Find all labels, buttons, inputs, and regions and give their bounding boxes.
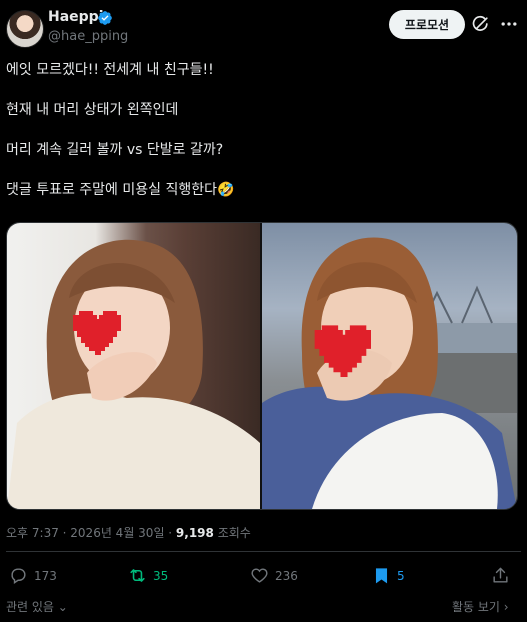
photo-right[interactable] xyxy=(262,223,517,509)
bookmark-icon xyxy=(375,568,388,584)
repost-count: 35 xyxy=(153,568,169,583)
chevron-down-icon: ⌄ xyxy=(53,600,68,614)
divider xyxy=(6,551,521,552)
author-display-name[interactable]: Haeppi xyxy=(48,9,104,25)
verified-badge-icon xyxy=(98,11,112,25)
tweet-line xyxy=(6,120,516,140)
reply-icon xyxy=(11,568,26,584)
bookmark-button[interactable]: 5 xyxy=(372,566,405,585)
tweet-line: 현재 내 머리 상태가 왼쪽인데 xyxy=(6,102,179,118)
tweet-text: 에잇 모르겠다!! 전세계 내 친구들!! 현재 내 머리 상태가 왼쪽인데 머… xyxy=(6,60,516,200)
tweet-line xyxy=(6,160,516,180)
heart-sticker-icon xyxy=(73,311,121,355)
avatar[interactable] xyxy=(6,10,44,48)
tweet-actions: 173 35 236 5 xyxy=(0,562,527,592)
promote-button[interactable]: 프로모션 xyxy=(389,10,465,39)
share-button[interactable] xyxy=(491,566,510,585)
heart-icon xyxy=(251,568,268,583)
activity-label: 활동 보기 xyxy=(452,600,500,614)
like-button[interactable]: 236 xyxy=(250,566,298,585)
related-dropdown[interactable]: 관련 있음 ⌄ xyxy=(6,598,68,615)
tweet-line: 에잇 모르겠다!! 전세계 내 친구들!! xyxy=(6,62,214,78)
grok-icon[interactable] xyxy=(471,14,491,34)
view-count: 9,198 xyxy=(175,526,214,540)
more-options-icon[interactable] xyxy=(499,14,519,34)
tweet-media[interactable] xyxy=(6,222,518,510)
tweet-line: 머리 계속 길러 볼까 vs 단발로 갈까? xyxy=(6,142,224,158)
view-activity-link[interactable]: 활동 보기 › xyxy=(452,598,509,615)
heart-sticker-icon xyxy=(314,325,371,377)
reply-count: 173 xyxy=(34,568,57,583)
like-count: 236 xyxy=(275,568,298,583)
tweet-header: Haeppi @hae_pping 프로모션 xyxy=(0,0,527,58)
chevron-right-icon: › xyxy=(499,600,509,614)
bookmark-count: 5 xyxy=(397,568,405,583)
timestamp-time[interactable]: 오후 7:37 · 2026년 4월 30일 · xyxy=(6,526,176,540)
tweet-line: 댓글 투표로 주말에 미용실 직행한다🤣 xyxy=(6,182,235,198)
tweet-line xyxy=(6,80,516,100)
author-handle[interactable]: @hae_pping xyxy=(48,29,128,44)
repost-button[interactable]: 35 xyxy=(128,566,168,585)
tweet-timestamp: 오후 7:37 · 2026년 4월 30일 · 9,198 조회수 xyxy=(6,524,251,541)
related-label: 관련 있음 xyxy=(6,600,54,614)
repost-icon xyxy=(130,569,145,582)
photo-left[interactable] xyxy=(7,223,260,509)
view-count-label: 조회수 xyxy=(213,526,251,540)
reply-button[interactable]: 173 xyxy=(9,566,57,585)
share-icon xyxy=(493,567,508,583)
